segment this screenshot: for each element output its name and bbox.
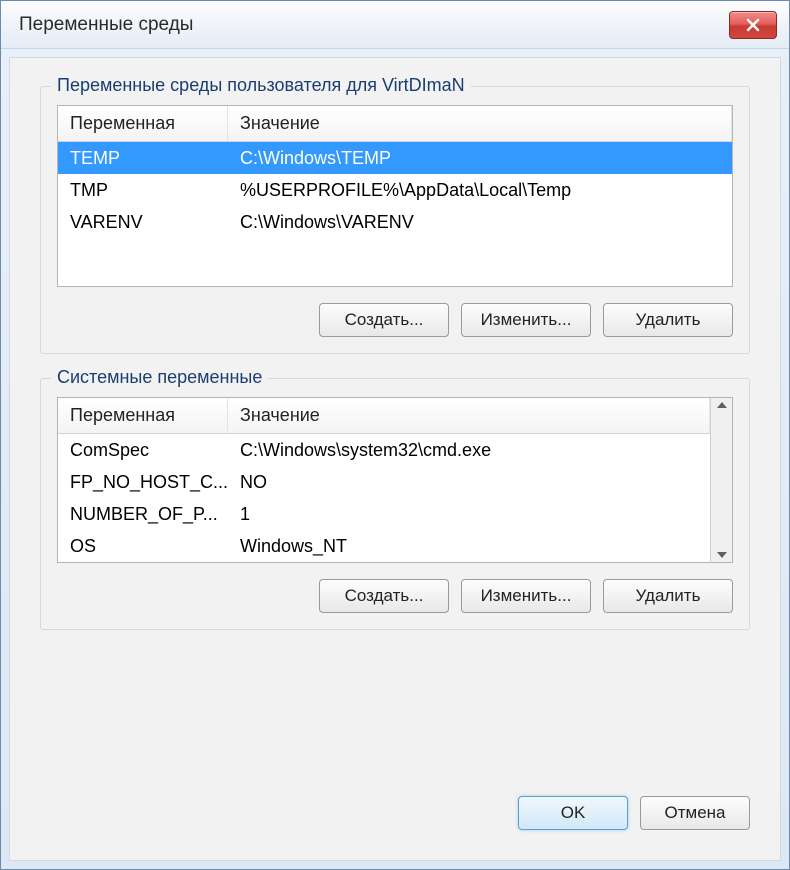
col-header-value[interactable]: Значение <box>228 398 710 433</box>
scrollbar[interactable] <box>710 398 732 562</box>
cell-val: Windows_NT <box>228 536 710 557</box>
table-header: Переменная Значение <box>58 106 732 142</box>
cell-var: TEMP <box>58 148 228 169</box>
table-row[interactable]: ComSpec C:\Windows\system32\cmd.exe <box>58 434 710 466</box>
cell-val: C:\Windows\system32\cmd.exe <box>228 440 710 461</box>
table-row[interactable]: OS Windows_NT <box>58 530 710 562</box>
col-header-variable[interactable]: Переменная <box>58 398 228 433</box>
system-vars-body: ComSpec C:\Windows\system32\cmd.exe FP_N… <box>58 434 710 562</box>
cell-val: C:\Windows\TEMP <box>228 148 732 169</box>
close-button[interactable] <box>729 11 777 39</box>
system-edit-button[interactable]: Изменить... <box>461 579 591 613</box>
ok-button[interactable]: OK <box>518 796 628 830</box>
user-create-button[interactable]: Создать... <box>319 303 449 337</box>
cancel-button[interactable]: Отмена <box>640 796 750 830</box>
system-vars-legend: Системные переменные <box>51 367 268 388</box>
table-header: Переменная Значение <box>58 398 710 434</box>
user-vars-body: TEMP C:\Windows\TEMP TMP %USERPROFILE%\A… <box>58 142 732 286</box>
dialog-content: Переменные среды пользователя для VirtDI… <box>9 57 781 861</box>
system-vars-fieldset: Системные переменные Переменная Значение… <box>40 378 750 630</box>
window-title: Переменные среды <box>19 14 193 36</box>
table-row[interactable]: NUMBER_OF_P... 1 <box>58 498 710 530</box>
system-vars-buttons: Создать... Изменить... Удалить <box>57 579 733 613</box>
cell-val: %USERPROFILE%\AppData\Local\Temp <box>228 180 732 201</box>
dialog-buttons: OK Отмена <box>518 796 750 830</box>
user-vars-table[interactable]: Переменная Значение TEMP C:\Windows\TEMP… <box>57 105 733 287</box>
cell-val: C:\Windows\VARENV <box>228 212 732 233</box>
table-row[interactable]: TMP %USERPROFILE%\AppData\Local\Temp <box>58 174 732 206</box>
col-header-variable[interactable]: Переменная <box>58 106 228 141</box>
cell-var: NUMBER_OF_P... <box>58 504 228 525</box>
table-row[interactable]: VARENV C:\Windows\VARENV <box>58 206 732 238</box>
cell-val: 1 <box>228 504 710 525</box>
cell-var: ComSpec <box>58 440 228 461</box>
system-delete-button[interactable]: Удалить <box>603 579 733 613</box>
system-vars-table[interactable]: Переменная Значение ComSpec C:\Windows\s… <box>57 397 733 563</box>
cell-var: OS <box>58 536 228 557</box>
user-vars-fieldset: Переменные среды пользователя для VirtDI… <box>40 86 750 354</box>
table-row[interactable]: FP_NO_HOST_C... NO <box>58 466 710 498</box>
user-edit-button[interactable]: Изменить... <box>461 303 591 337</box>
scroll-up-icon[interactable] <box>717 402 727 408</box>
cell-val: NO <box>228 472 710 493</box>
close-icon <box>745 17 761 33</box>
env-vars-dialog: Переменные среды Переменные среды пользо… <box>0 0 790 870</box>
scroll-down-icon[interactable] <box>717 552 727 558</box>
cell-var: VARENV <box>58 212 228 233</box>
col-header-value[interactable]: Значение <box>228 106 732 141</box>
user-delete-button[interactable]: Удалить <box>603 303 733 337</box>
system-create-button[interactable]: Создать... <box>319 579 449 613</box>
table-row[interactable]: TEMP C:\Windows\TEMP <box>58 142 732 174</box>
user-vars-legend: Переменные среды пользователя для VirtDI… <box>51 75 471 96</box>
cell-var: FP_NO_HOST_C... <box>58 472 228 493</box>
cell-var: TMP <box>58 180 228 201</box>
titlebar: Переменные среды <box>1 1 789 49</box>
user-vars-buttons: Создать... Изменить... Удалить <box>57 303 733 337</box>
